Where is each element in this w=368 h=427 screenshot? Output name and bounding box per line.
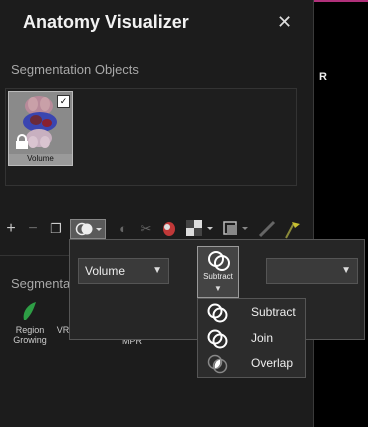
menu-item-label: Subtract	[251, 305, 296, 319]
operation-menu: Subtract Join Overlap	[197, 298, 306, 378]
region-growing-icon	[20, 300, 40, 322]
layers-icon[interactable]	[222, 220, 252, 238]
menu-item-join[interactable]: Join	[198, 326, 305, 352]
orientation-label: R	[319, 71, 327, 83]
operation-button[interactable]: Subtract ▼	[197, 246, 239, 298]
add-icon[interactable]: +	[4, 219, 18, 239]
checker-icon[interactable]	[186, 220, 216, 238]
cut-icon[interactable]: ✂	[138, 219, 154, 239]
organ-icon[interactable]	[160, 220, 178, 238]
remove-icon[interactable]: −	[26, 219, 40, 239]
segmentation-tools-label: Segmenta	[11, 276, 71, 291]
subtract-icon	[208, 251, 230, 271]
subtract-icon	[207, 303, 228, 323]
menu-item-overlap[interactable]: Overlap	[198, 351, 305, 377]
region-growing-tool[interactable]: Region Growing	[8, 300, 52, 345]
region-growing-label-line1: Region	[15, 325, 45, 335]
image-viewport[interactable]: R	[313, 0, 368, 427]
join-icon	[207, 329, 228, 349]
segmentation-toolbar: + − ❐ ◐ ✂	[4, 219, 309, 241]
panel-title: Anatomy Visualizer	[23, 12, 189, 32]
segmentation-objects-label: Segmentation Objects	[11, 62, 139, 77]
boolean-ops-icon[interactable]	[70, 219, 106, 239]
chevron-down-icon: ▼	[214, 284, 222, 293]
region-growing-label-line2: Growing	[13, 335, 47, 345]
menu-item-subtract[interactable]: Subtract	[198, 300, 305, 326]
duplicate-icon[interactable]: ❐	[48, 219, 64, 239]
lock-icon	[16, 134, 28, 149]
viewport-accent-line	[314, 0, 368, 2]
menu-item-label: Join	[251, 331, 274, 345]
segmentation-object-volume[interactable]: ✓ Volume	[8, 91, 73, 166]
chevron-down-icon: ▼	[152, 265, 162, 276]
close-icon[interactable]: ✕	[277, 12, 292, 33]
segmentation-object-label: Volume	[9, 154, 72, 165]
flag-icon[interactable]	[282, 219, 302, 239]
menu-item-label: Overlap	[251, 356, 294, 370]
target-object-select[interactable]: ▼	[266, 258, 358, 284]
overlap-icon	[207, 354, 228, 374]
invert-icon[interactable]: ◐	[114, 219, 132, 239]
visibility-checkbox[interactable]: ✓	[57, 95, 70, 108]
ruler-icon[interactable]	[258, 220, 276, 238]
source-object-value: Volume	[85, 264, 126, 278]
source-object-select[interactable]: Volume ▼	[78, 258, 169, 284]
chevron-down-icon: ▼	[341, 265, 351, 276]
operation-button-label: Subtract	[203, 272, 233, 281]
